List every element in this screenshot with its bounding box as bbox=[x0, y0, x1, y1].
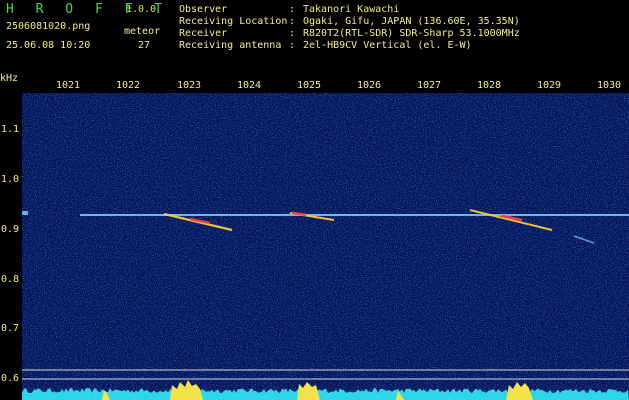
app-version: 1.0.0 bbox=[126, 4, 157, 15]
antenna-value: 2el-HB9CV Vertical (el. E-W) bbox=[303, 40, 472, 51]
hroft-screen: H R O F F T 1.0.0 2506081020.png 25.06.0… bbox=[0, 0, 629, 400]
antenna-label: Receiving antenna bbox=[179, 40, 282, 51]
receiver-label: Receiver bbox=[179, 28, 228, 39]
x-tick-1021: 1021 bbox=[55, 80, 81, 91]
y-tick-1-0: 1.0 bbox=[1, 174, 20, 185]
file-name: 2506081020.png bbox=[6, 21, 91, 32]
y-tick-0-8: 0.8 bbox=[1, 274, 20, 285]
header-panel: H R O F F T 1.0.0 2506081020.png 25.06.0… bbox=[0, 0, 629, 72]
y-tick-0-6: 0.6 bbox=[1, 373, 20, 384]
noise-speckle bbox=[22, 93, 629, 400]
x-tick-1028: 1028 bbox=[476, 80, 502, 91]
x-tick-1024: 1024 bbox=[236, 80, 262, 91]
separator: : bbox=[289, 40, 296, 51]
spectrogram bbox=[22, 93, 629, 400]
receiver-row: Receiver: R820T2(RTL-SDR) SDR-Sharp 53.10… bbox=[179, 28, 520, 39]
meteor-count-value: 27 bbox=[138, 40, 151, 51]
y-tick-1-1: 1.1 bbox=[1, 124, 20, 135]
observer-value: Takanori Kawachi bbox=[303, 4, 400, 15]
x-tick-1025: 1025 bbox=[296, 80, 322, 91]
spectrogram-canvas bbox=[22, 93, 629, 400]
frequency-unit-label: kHz bbox=[0, 73, 19, 84]
observer-row: Observer: Takanori Kawachi bbox=[179, 4, 399, 15]
location-value: Ogaki, Gifu, JAPAN (136.60E, 35.35N) bbox=[303, 16, 520, 27]
receiver-value: R820T2(RTL-SDR) SDR-Sharp 53.1000MHz bbox=[303, 28, 520, 39]
x-tick-1027: 1027 bbox=[416, 80, 442, 91]
x-tick-1022: 1022 bbox=[115, 80, 141, 91]
y-tick-0-7: 0.7 bbox=[1, 323, 20, 334]
x-tick-1026: 1026 bbox=[356, 80, 382, 91]
separator: : bbox=[289, 16, 296, 27]
separator: : bbox=[289, 28, 296, 39]
antenna-row: Receiving antenna:2el-HB9CV Vertical (el… bbox=[179, 40, 472, 51]
location-row: Receiving Location: Ogaki, Gifu, JAPAN (1… bbox=[179, 16, 520, 27]
x-tick-1030: 1030 bbox=[596, 80, 622, 91]
meteor-count-label: meteor bbox=[124, 26, 161, 37]
meteor-echo-2-tail bbox=[291, 211, 307, 217]
observer-label: Observer bbox=[179, 4, 228, 15]
x-tick-1023: 1023 bbox=[176, 80, 202, 91]
y-tick-0-9: 0.9 bbox=[1, 224, 20, 235]
date-time: 25.06.08 10:20 bbox=[6, 40, 91, 51]
separator: : bbox=[289, 4, 296, 15]
location-label: Receiving Location bbox=[179, 16, 288, 27]
x-tick-1029: 1029 bbox=[536, 80, 562, 91]
